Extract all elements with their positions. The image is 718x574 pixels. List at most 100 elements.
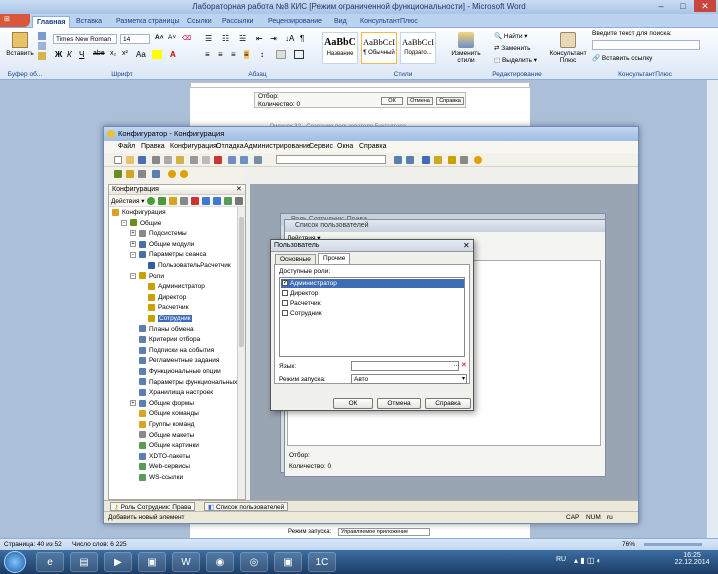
find-button[interactable]: 🔍 Найти ▾ xyxy=(494,32,528,40)
help-icon[interactable] xyxy=(474,156,482,164)
align-left-icon[interactable]: ≡ xyxy=(205,50,210,59)
paste-icon-1c[interactable] xyxy=(176,156,184,164)
highlight-icon[interactable] xyxy=(152,50,162,59)
tree-item[interactable]: + Подсистемы xyxy=(130,229,187,239)
style-normal[interactable]: AaBbCcI ¶ Обычный xyxy=(361,32,397,64)
add-child-icon[interactable] xyxy=(158,197,166,205)
close-icon[interactable]: ✕ xyxy=(694,0,716,12)
consultant-avatar-icon[interactable] xyxy=(560,32,576,48)
tree-item[interactable]: Критерии отбора xyxy=(130,335,200,345)
copy-icon[interactable] xyxy=(38,42,46,50)
collapse-icon[interactable]: − xyxy=(130,251,136,258)
role-item-administrator[interactable]: ✓ Администратор xyxy=(281,279,464,288)
preview-icon[interactable] xyxy=(202,156,210,164)
delete-icon-1c[interactable] xyxy=(214,156,222,164)
start-enterprise-icon[interactable] xyxy=(180,170,188,178)
borders-icon[interactable] xyxy=(294,50,304,59)
expand-icon[interactable]: + xyxy=(130,241,136,248)
tree-item[interactable]: Группы команд xyxy=(130,420,194,430)
explorer-taskbar-icon[interactable]: ▤ xyxy=(70,552,98,572)
1c-taskbar-icon[interactable]: 1С xyxy=(308,552,336,572)
tree-item[interactable]: Регламентные задания xyxy=(130,356,219,366)
app-taskbar-icon[interactable]: ▣ xyxy=(138,552,166,572)
ie-taskbar-icon[interactable]: e xyxy=(36,552,64,572)
tab-insert[interactable]: Вставка xyxy=(72,16,106,28)
cut-icon-1c[interactable] xyxy=(152,156,160,164)
tree-item[interactable]: Web-сервисы xyxy=(130,462,190,472)
search-prev-icon[interactable] xyxy=(406,156,414,164)
save-icon[interactable] xyxy=(138,156,146,164)
tree-scrollbar[interactable] xyxy=(237,207,245,499)
start-debug-icon[interactable] xyxy=(168,170,176,178)
config-compare-icon[interactable] xyxy=(138,170,146,178)
select-button[interactable]: ⬚ Выделить ▾ xyxy=(494,56,537,64)
increase-indent-icon[interactable]: ⇥ xyxy=(270,34,277,43)
tree-item[interactable]: − Параметры сеанса xyxy=(130,250,206,260)
tree-scroll-thumb[interactable] xyxy=(239,217,244,347)
print-icon[interactable] xyxy=(190,156,198,164)
window-taskbar-icon[interactable]: ▣ xyxy=(274,552,302,572)
media-taskbar-icon[interactable]: ▶ xyxy=(104,552,132,572)
tree-item[interactable]: + Общие модули xyxy=(130,240,194,250)
paste-icon[interactable] xyxy=(12,32,28,48)
tree-item[interactable]: − Общие xyxy=(121,219,161,229)
tree-item[interactable]: Конфигурация xyxy=(112,208,166,218)
tree-item[interactable]: XDTO-пакеты xyxy=(130,452,190,462)
font-name-select[interactable]: Times New Roman xyxy=(53,34,117,44)
align-right-icon[interactable]: ≡ xyxy=(231,50,236,59)
move-up-icon[interactable] xyxy=(202,197,210,205)
config-open-icon[interactable] xyxy=(114,170,122,178)
role-item-calculator[interactable]: Расчетчик xyxy=(281,299,464,308)
tree-actions-menu[interactable]: Действия ▾ xyxy=(111,197,145,205)
font-size-select[interactable]: 14 xyxy=(120,34,150,44)
tray-icons[interactable]: ▴ ▮ ◫ ◐ xyxy=(574,556,601,565)
expand-icon[interactable]: + xyxy=(130,230,136,237)
tree-item[interactable]: Директор xyxy=(139,293,186,303)
italic-icon[interactable]: К xyxy=(67,50,72,59)
zoom-slider[interactable] xyxy=(644,543,702,546)
role-item-employee[interactable]: Сотрудник xyxy=(281,309,464,318)
tab-other[interactable]: Прочие xyxy=(318,253,351,264)
role-checkbox[interactable] xyxy=(282,290,288,297)
tree-item[interactable]: Сотрудник xyxy=(139,314,192,324)
update-icon[interactable] xyxy=(422,156,430,164)
menu-help[interactable]: Справка xyxy=(359,143,386,150)
collapse-icon[interactable]: − xyxy=(121,219,127,226)
justify-icon[interactable]: ≡ xyxy=(244,50,249,59)
tab-references[interactable]: Ссылки xyxy=(183,16,216,28)
ok-button[interactable]: ОК xyxy=(333,398,373,409)
tree-item[interactable]: Расчетчик xyxy=(139,303,189,313)
menu-edit[interactable]: Правка xyxy=(141,143,165,150)
decrease-indent-icon[interactable]: ⇤ xyxy=(256,34,263,43)
copy-item-icon[interactable] xyxy=(180,197,188,205)
tree-item[interactable]: Общие картинки xyxy=(130,441,199,451)
language-select-icon[interactable]: … xyxy=(453,361,460,368)
add-icon[interactable] xyxy=(147,197,155,205)
menu-administration[interactable]: Администрирование xyxy=(244,143,311,150)
style-title[interactable]: AaBbC Название xyxy=(322,32,358,64)
numbering-icon[interactable]: ☷ xyxy=(222,34,229,43)
tab-role-rights[interactable]: ⚷ Роль Сотрудник: Права xyxy=(110,502,196,511)
startup-mode-select[interactable]: Авто ▾ xyxy=(351,374,467,384)
paste-button[interactable]: Вставить xyxy=(2,50,38,57)
tree-item[interactable]: + Общие формы xyxy=(130,399,194,409)
insert-link-button[interactable]: 🔗 Вставить ссылку xyxy=(592,54,652,62)
sort-icon[interactable]: ↓A xyxy=(285,34,294,43)
tab-home[interactable]: Главная xyxy=(32,16,71,28)
word-vertical-scrollbar[interactable] xyxy=(706,80,718,538)
firefox-taskbar-icon[interactable]: ◎ xyxy=(240,552,268,572)
role-checkbox[interactable] xyxy=(282,300,288,307)
run-icon[interactable] xyxy=(448,156,456,164)
underline-icon[interactable]: Ч xyxy=(79,50,84,59)
minimize-icon[interactable]: – xyxy=(650,0,672,12)
tree-item[interactable]: WS-ссылки xyxy=(130,473,183,483)
tree-panel-close-icon[interactable]: ✕ xyxy=(236,185,242,195)
tools-icon[interactable] xyxy=(460,156,468,164)
config-db-icon[interactable] xyxy=(126,170,134,178)
language-input[interactable] xyxy=(351,361,459,371)
format-painter-icon[interactable] xyxy=(38,52,46,60)
tab-consultantplus[interactable]: КонсультантПлюс xyxy=(356,16,422,28)
undo-icon[interactable] xyxy=(228,156,236,164)
debug-icon[interactable] xyxy=(434,156,442,164)
tab-mailings[interactable]: Рассылки xyxy=(218,16,257,28)
